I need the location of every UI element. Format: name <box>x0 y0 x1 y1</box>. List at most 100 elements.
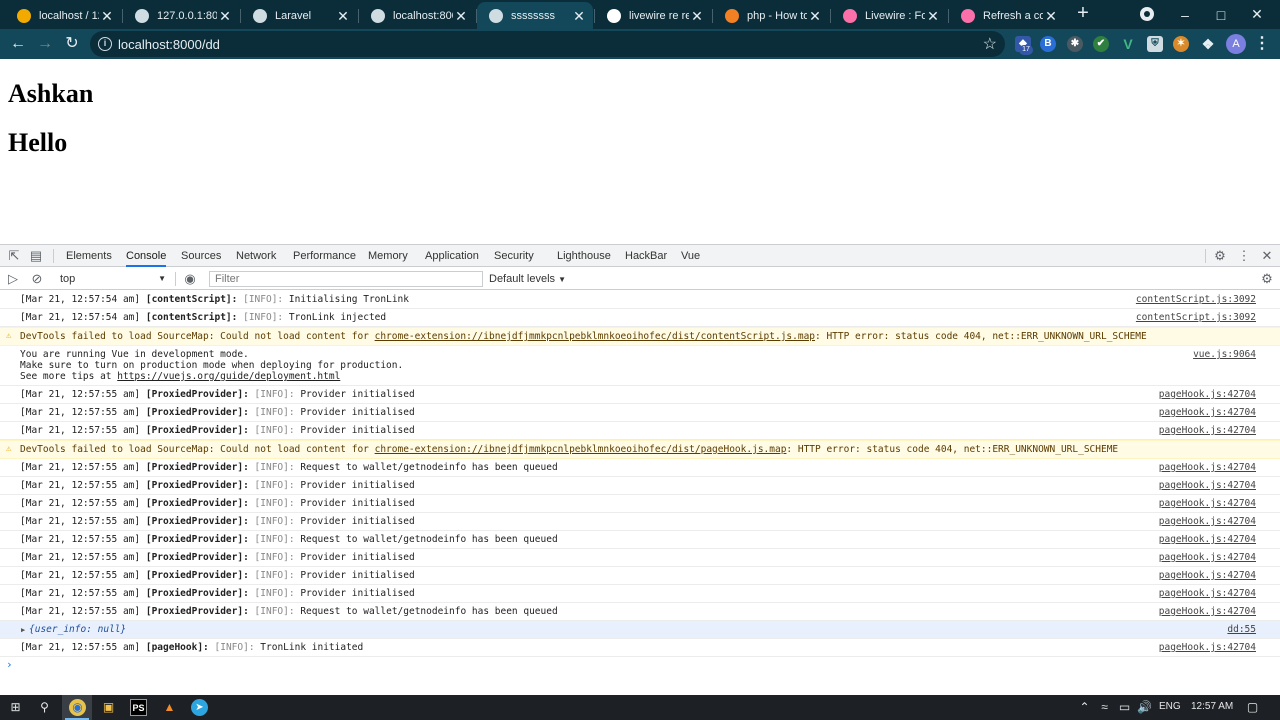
close-tab-icon[interactable]: ✕ <box>217 8 233 24</box>
source-link[interactable]: pageHook.js:42704 <box>1159 534 1256 545</box>
console-filter-input[interactable] <box>209 271 483 287</box>
close-tab-icon[interactable]: ✕ <box>689 8 705 24</box>
search-icon[interactable]: ⚲ <box>36 699 53 716</box>
source-link[interactable]: pageHook.js:42704 <box>1159 498 1256 509</box>
log-levels-dropdown[interactable]: Default levels ▼ <box>489 271 566 287</box>
devtools-tab-sources[interactable]: Sources <box>181 245 221 267</box>
page-viewport: Ashkan Hello <box>0 59 1280 244</box>
browser-tab[interactable]: 127.0.0.1:8000✕ <box>123 2 239 29</box>
device-toolbar-icon[interactable]: ▤ <box>28 248 44 264</box>
browser-tab[interactable]: Laravel ✕ <box>241 2 357 29</box>
back-button[interactable]: ← <box>7 33 29 55</box>
devtools-tab-security[interactable]: Security <box>494 245 534 267</box>
context-selector[interactable]: top ▼ <box>55 271 170 287</box>
browser-tab[interactable]: localhost:8000✕ <box>359 2 475 29</box>
extension-icon-4[interactable]: ✔ <box>1093 36 1109 52</box>
shield-icon[interactable]: ⛨ <box>1147 36 1163 52</box>
browser-tab[interactable]: ssssssss ✕ <box>477 2 593 29</box>
extensions-puzzle-icon[interactable]: ❖ <box>1200 36 1216 52</box>
profile-avatar[interactable]: A <box>1226 34 1246 54</box>
log-source-tag: [ProxiedProvider]: <box>145 570 249 581</box>
expand-arrow-icon[interactable]: ▶ <box>21 625 25 636</box>
devtools-close-icon[interactable]: ✕ <box>1259 248 1275 264</box>
extension-icon-5[interactable]: ✶ <box>1173 36 1189 52</box>
input-language[interactable]: ENG <box>1159 701 1181 712</box>
source-link[interactable]: pageHook.js:42704 <box>1159 516 1256 527</box>
devtools-tab-network[interactable]: Network <box>236 245 276 267</box>
source-link[interactable]: dd:55 <box>1227 624 1256 635</box>
sourcemap-link[interactable]: chrome-extension://ibnejdfjmmkpcnlpebklm… <box>375 331 815 342</box>
sourcemap-link[interactable]: chrome-extension://ibnejdfjmmkpcnlpebklm… <box>375 444 787 455</box>
source-link[interactable]: pageHook.js:42704 <box>1159 552 1256 563</box>
bookmark-star-icon[interactable]: ☆ <box>983 34 997 54</box>
console-sidebar-icon[interactable]: ▷ <box>5 271 21 287</box>
devtools-tab-application[interactable]: Application <box>425 245 479 267</box>
source-link[interactable]: pageHook.js:42704 <box>1159 462 1256 473</box>
source-link[interactable]: pageHook.js:42704 <box>1159 606 1256 617</box>
source-link[interactable]: pageHook.js:42704 <box>1159 425 1256 436</box>
close-tab-icon[interactable]: ✕ <box>453 8 469 24</box>
telegram-icon[interactable]: ➤ <box>191 699 208 716</box>
close-tab-icon[interactable]: ✕ <box>335 8 351 24</box>
vlc-icon[interactable]: ▲ <box>161 699 178 716</box>
source-link[interactable]: pageHook.js:42704 <box>1159 389 1256 400</box>
globe-icon <box>371 8 385 23</box>
vue-docs-link[interactable]: https://vuejs.org/guide/deployment.html <box>117 371 340 382</box>
inspect-element-icon[interactable]: ⇱ <box>6 248 22 264</box>
devtools-tab-elements[interactable]: Elements <box>66 245 112 267</box>
phpstorm-icon[interactable]: PS <box>130 699 147 716</box>
devtools-tab-performance[interactable]: Performance <box>293 245 356 267</box>
live-expression-eye-icon[interactable]: ◉ <box>182 271 198 287</box>
taskbar-clock[interactable]: 12:57 AM <box>1191 701 1233 712</box>
reload-button[interactable]: ↻ <box>61 33 83 55</box>
browser-tab[interactable]: Refresh a com✕ <box>949 2 1065 29</box>
close-tab-icon[interactable]: ✕ <box>571 8 587 24</box>
site-info-icon[interactable]: i <box>98 37 112 51</box>
battery-icon[interactable]: ▭ <box>1116 699 1133 716</box>
devtools-tab-hackbar[interactable]: HackBar <box>625 245 667 267</box>
url-text[interactable]: localhost:8000/dd <box>118 37 220 52</box>
close-window-button[interactable]: ✕ <box>1234 0 1280 29</box>
address-bar[interactable]: i localhost:8000/dd ☆ <box>90 31 1005 57</box>
source-link[interactable]: pageHook.js:42704 <box>1159 570 1256 581</box>
devtools-tab-console[interactable]: Console <box>126 245 167 267</box>
browser-menu-icon[interactable]: ⋮ <box>1254 34 1270 54</box>
console-prompt[interactable]: › <box>0 657 1280 673</box>
source-link[interactable]: pageHook.js:42704 <box>1159 407 1256 418</box>
notifications-icon[interactable]: ▢ <box>1244 699 1261 716</box>
clear-console-icon[interactable]: ⊘ <box>29 271 45 287</box>
browser-tab[interactable]: livewire re ren✕ <box>595 2 711 29</box>
close-tab-icon[interactable]: ✕ <box>1043 8 1059 24</box>
browser-tab[interactable]: php - How to ✕ <box>713 2 829 29</box>
file-explorer-icon[interactable]: ▣ <box>100 699 117 716</box>
devtools-menu-icon[interactable]: ⋮ <box>1236 248 1252 264</box>
devtools-tab-vue[interactable]: Vue <box>681 245 700 267</box>
close-tab-icon[interactable]: ✕ <box>99 8 115 24</box>
object-preview[interactable]: {user_info: null} <box>20 624 1280 635</box>
source-link[interactable]: pageHook.js:42704 <box>1159 588 1256 599</box>
browser-tab[interactable]: localhost / 12 ✕ <box>5 2 121 29</box>
tab-search-icon[interactable] <box>1140 7 1154 21</box>
source-link[interactable]: pageHook.js:42704 <box>1159 480 1256 491</box>
devtools-tab-lighthouse[interactable]: Lighthouse <box>557 245 611 267</box>
devtools-settings-icon[interactable]: ⚙ <box>1212 248 1228 264</box>
volume-icon[interactable]: 🔊 <box>1136 699 1153 716</box>
close-tab-icon[interactable]: ✕ <box>925 8 941 24</box>
browser-tab[interactable]: Livewire : Forc✕ <box>831 2 947 29</box>
chrome-icon[interactable]: ◉ <box>69 699 86 716</box>
devtools-tab-memory[interactable]: Memory <box>368 245 408 267</box>
source-link[interactable]: contentScript.js:3092 <box>1136 294 1256 305</box>
console-settings-icon[interactable]: ⚙ <box>1259 271 1275 287</box>
windows-start-icon[interactable]: ⊞ <box>7 699 24 716</box>
source-link[interactable]: contentScript.js:3092 <box>1136 312 1256 323</box>
source-link[interactable]: pageHook.js:42704 <box>1159 642 1256 653</box>
extension-icon-2[interactable]: B <box>1040 36 1056 52</box>
extension-icon-3[interactable]: ✱ <box>1067 36 1083 52</box>
new-tab-button[interactable]: + <box>1073 3 1093 24</box>
vue-devtools-icon[interactable]: V <box>1120 36 1136 52</box>
show-hidden-icons-icon[interactable]: ⌃ <box>1076 699 1093 716</box>
wifi-icon[interactable]: ≈ <box>1096 699 1113 716</box>
forward-button[interactable]: → <box>34 33 56 55</box>
close-tab-icon[interactable]: ✕ <box>807 8 823 24</box>
source-link[interactable]: vue.js:9064 <box>1193 349 1256 360</box>
